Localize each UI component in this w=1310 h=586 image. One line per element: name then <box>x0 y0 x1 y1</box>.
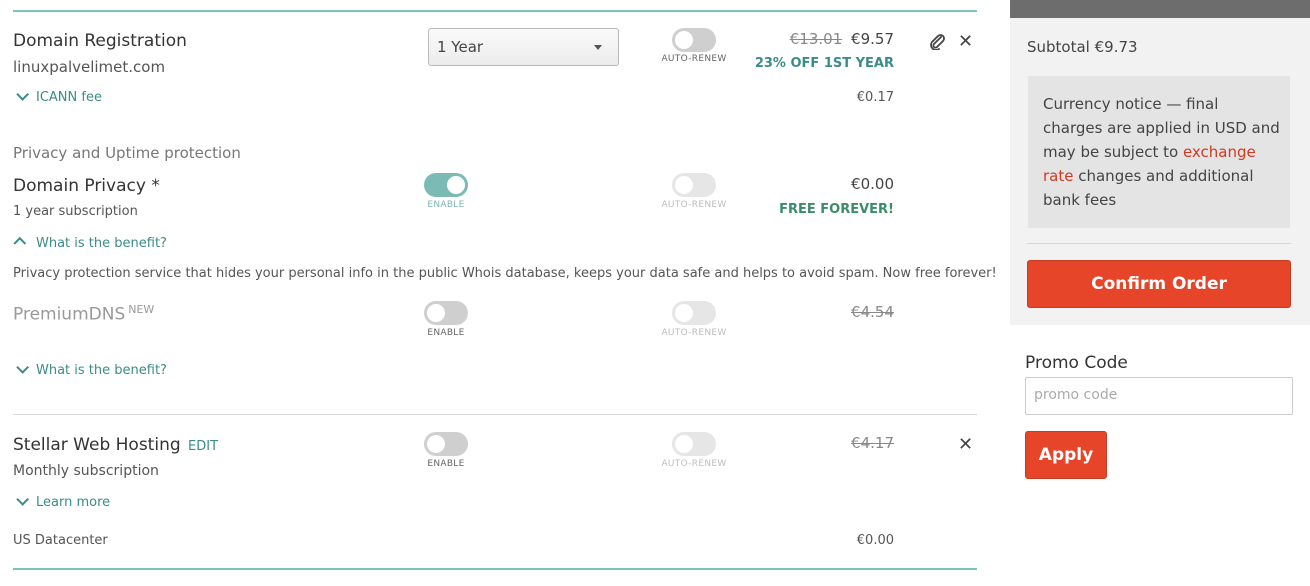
hosting-sub: Monthly subscription <box>13 463 159 479</box>
paperclip-icon[interactable] <box>928 32 946 54</box>
premiumdns-title: PremiumDNS NEW <box>13 303 154 325</box>
panel-header-bar <box>1010 0 1310 18</box>
hosting-edit-link[interactable]: EDIT <box>188 439 218 454</box>
datacenter-label: US Datacenter <box>13 533 108 548</box>
hosting-enable-toggle[interactable] <box>424 432 468 456</box>
hosting-enable-label: ENABLE <box>427 459 465 469</box>
hosting-auto-renew-toggle[interactable] <box>672 432 716 456</box>
privacy-section-heading: Privacy and Uptime protection <box>13 144 241 162</box>
premiumdns-enable-toggle[interactable] <box>424 301 468 325</box>
currency-notice: Currency notice — final charges are appl… <box>1028 76 1290 228</box>
promo-code-input[interactable]: promo code <box>1025 377 1293 415</box>
domain-price: €13.01 €9.57 <box>790 30 894 48</box>
privacy-title: Domain Privacy * <box>13 176 160 196</box>
caret-down-icon <box>594 45 602 50</box>
premiumdns-name: PremiumDNS <box>13 304 126 325</box>
domain-auto-renew-label: AUTO-RENEW <box>661 54 727 64</box>
privacy-enable-toggle[interactable] <box>424 173 468 197</box>
chevron-down-icon <box>16 493 29 506</box>
apply-promo-button[interactable]: Apply <box>1025 431 1107 479</box>
section-divider <box>13 414 977 415</box>
domain-auto-renew-toggle[interactable] <box>672 28 716 52</box>
privacy-auto-renew-toggle[interactable] <box>672 173 716 197</box>
hosting-learn-more[interactable]: Learn more <box>16 493 111 510</box>
domain-discount: 23% OFF 1ST YEAR <box>754 56 894 71</box>
icann-fee-label: ICANN fee <box>36 90 102 105</box>
currency-notice-text: Currency notice — final charges are appl… <box>1043 92 1281 212</box>
hosting-old-price: €4.17 <box>851 434 894 452</box>
top-divider <box>13 10 977 12</box>
hosting-auto-renew-label: AUTO-RENEW <box>661 459 727 469</box>
period-select-value: 1 Year <box>437 38 484 56</box>
notice-text-end: changes and additional bank fees <box>1043 167 1254 209</box>
domain-name: linuxpalvelimet.com <box>13 58 166 76</box>
premiumdns-old-price: €4.54 <box>851 303 894 321</box>
new-badge: NEW <box>128 303 155 316</box>
premiumdns-auto-renew-label: AUTO-RENEW <box>661 328 727 338</box>
datacenter-price: €0.00 <box>856 533 894 548</box>
premiumdns-enable-label: ENABLE <box>427 328 465 338</box>
hosting-name: Stellar Web Hosting <box>13 435 181 455</box>
privacy-enable-label: ENABLE <box>427 200 465 210</box>
domain-old-price: €13.01 <box>789 30 843 48</box>
privacy-benefit-label: What is the benefit? <box>36 236 167 251</box>
privacy-sub: 1 year subscription <box>13 204 138 219</box>
remove-hosting-close-icon[interactable]: ✕ <box>958 434 973 455</box>
hosting-learn-more-label: Learn more <box>36 495 111 510</box>
domain-new-price: €9.57 <box>851 30 894 48</box>
privacy-free-label: FREE FOREVER! <box>779 202 894 217</box>
remove-domain-close-icon[interactable]: ✕ <box>958 31 973 52</box>
icann-fee-toggle[interactable]: ICANN fee <box>16 88 102 105</box>
chevron-up-icon <box>13 236 27 250</box>
hosting-title: Stellar Web Hosting EDIT <box>13 435 218 455</box>
privacy-description: Privacy protection service that hides yo… <box>13 266 997 281</box>
subtotal: Subtotal €9.73 <box>1027 38 1138 56</box>
bottom-divider <box>13 568 977 570</box>
premiumdns-auto-renew-toggle[interactable] <box>672 301 716 325</box>
privacy-price: €0.00 <box>851 175 894 193</box>
privacy-benefit-toggle[interactable]: What is the benefit? <box>13 236 167 251</box>
domain-title: Domain Registration <box>13 31 187 51</box>
premiumdns-benefit-label: What is the benefit? <box>36 363 167 378</box>
confirm-order-button[interactable]: Confirm Order <box>1027 260 1291 308</box>
period-select[interactable]: 1 Year <box>428 28 619 66</box>
chevron-down-icon <box>16 88 29 101</box>
panel-divider <box>1027 243 1291 244</box>
privacy-auto-renew-label: AUTO-RENEW <box>661 200 727 210</box>
premiumdns-benefit-toggle[interactable]: What is the benefit? <box>16 361 167 378</box>
chevron-down-icon <box>16 361 29 374</box>
promo-heading: Promo Code <box>1025 353 1128 373</box>
promo-placeholder: promo code <box>1034 387 1118 403</box>
icann-fee-price: €0.17 <box>856 90 894 105</box>
